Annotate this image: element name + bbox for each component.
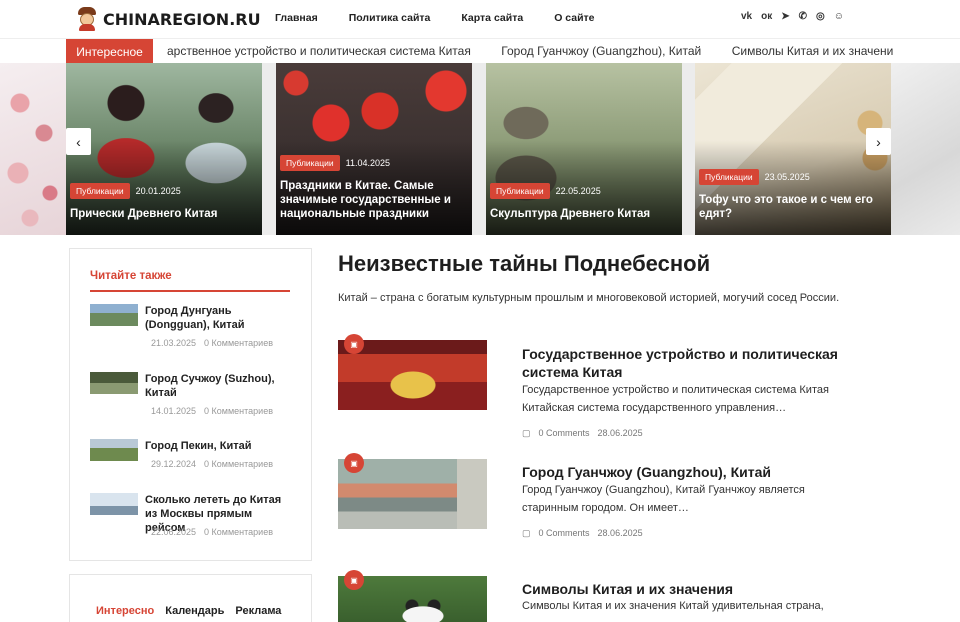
category-badge[interactable]: Публикации [490, 183, 550, 199]
tab-calendar[interactable]: Календарь [165, 605, 224, 617]
slide-partial-image [0, 63, 66, 235]
list-item-comments[interactable]: 0 Комментариев [204, 338, 273, 348]
post-thumbnail[interactable] [90, 493, 138, 515]
nav-policy[interactable]: Политика сайта [349, 12, 431, 24]
featured-slider: Публикации 20.01.2025 Прически Древнего … [0, 63, 960, 235]
site-logo[interactable]: CHINAREGION.RU [77, 6, 261, 32]
ticker-item[interactable]: Город Гуанчжоу (Guangzhou), Китай [501, 39, 701, 64]
post-title[interactable]: Город Гуанчжоу (Guangzhou), Китай [522, 463, 852, 481]
category-icon[interactable]: ▣ [344, 453, 364, 473]
slide-title[interactable]: Прически Древнего Китая [70, 207, 256, 221]
category-icon[interactable]: ▣ [344, 570, 364, 590]
mascot-logo-icon [77, 7, 97, 31]
post-comments[interactable]: 0 Comments [539, 528, 590, 538]
comment-icon: ▢ [522, 428, 531, 438]
list-item-comments[interactable]: 0 Комментариев [204, 527, 273, 537]
slide-title[interactable]: Тофу что это такое и с чем его едят? [699, 193, 885, 221]
page-intro: Китай – страна с богатым культурным прош… [338, 292, 840, 304]
widget-tabs: Интересно Календарь Реклама [96, 605, 281, 617]
post-title[interactable]: Государственное устройство и политическа… [522, 345, 852, 381]
category-badge[interactable]: Публикации [280, 155, 340, 171]
slider-prev-button[interactable]: ‹ [66, 128, 91, 155]
list-item-date: 29.12.2024 [151, 459, 197, 469]
whatsapp-icon[interactable]: ◎ [816, 11, 825, 23]
slide-partial-image [890, 63, 960, 235]
telegram-icon[interactable]: ➤ [781, 11, 789, 23]
list-item-title[interactable]: Город Дунгуань (Dongguan), Китай [145, 304, 295, 332]
list-item-title[interactable]: Город Сучжоу (Suzhou), Китай [145, 372, 295, 400]
post-title[interactable]: Символы Китая и их значения [522, 580, 852, 598]
comment-icon: ▢ [522, 528, 531, 538]
nav-about[interactable]: О сайте [554, 12, 594, 24]
slide-date: 22.05.2025 [555, 186, 601, 196]
main-nav: Главная Политика сайта Карта сайта О сай… [275, 12, 595, 24]
post-thumbnail[interactable] [90, 304, 138, 326]
page-title: Неизвестные тайны Поднебесной [338, 251, 711, 276]
widget-divider [90, 290, 290, 292]
max-icon[interactable]: ☺ [834, 11, 844, 23]
post-thumbnail[interactable] [90, 372, 138, 394]
slide-date: 11.04.2025 [345, 158, 391, 168]
post-excerpt: Государственное устройство и политическа… [522, 384, 829, 414]
slide-title[interactable]: Скульптура Древнего Китая [490, 207, 676, 221]
vk-icon[interactable]: vk [741, 11, 752, 23]
list-item-date: 22.06.2025 [151, 527, 197, 537]
slide-date: 20.01.2025 [135, 186, 181, 196]
post-thumbnail[interactable] [90, 439, 138, 461]
tabs-widget: Интересно Календарь Реклама [69, 574, 312, 622]
tab-interesting[interactable]: Интересно [96, 605, 154, 617]
nav-sitemap[interactable]: Карта сайта [461, 12, 523, 24]
list-item-comments[interactable]: 0 Комментариев [204, 406, 273, 416]
ticker-item[interactable]: Государственное устройство и политическа… [167, 39, 471, 64]
nav-home[interactable]: Главная [275, 12, 318, 24]
phone-icon[interactable]: ✆ [799, 11, 807, 23]
post-date: 28.06.2025 [597, 528, 643, 538]
ticker-item[interactable]: Символы Китая и их значения [732, 39, 893, 64]
slide-card[interactable]: Публикации 23.05.2025 Тофу что это такое… [695, 63, 891, 235]
slide-card[interactable]: Публикации 11.04.2025 Праздники в Китае.… [276, 63, 472, 235]
social-links: vk ок ➤ ✆ ◎ ☺ [741, 11, 844, 23]
list-item-date: 14.01.2025 [151, 406, 197, 416]
category-badge[interactable]: Публикации [699, 169, 759, 185]
tab-ads[interactable]: Реклама [235, 605, 281, 617]
news-ticker: Интересное Государственное устройство и … [0, 38, 960, 64]
category-badge[interactable]: Публикации [70, 183, 130, 199]
slide-card[interactable]: Публикации 20.01.2025 Прически Древнего … [66, 63, 262, 235]
slide-date: 23.05.2025 [764, 172, 810, 182]
site-header: CHINAREGION.RU Главная Политика сайта Ка… [0, 0, 960, 38]
list-item-comments[interactable]: 0 Комментариев [204, 459, 273, 469]
ticker-label: Интересное [66, 39, 153, 64]
widget-title: Читайте также [90, 270, 172, 282]
post-excerpt: Символы Китая и их значения Китай удивит… [522, 600, 824, 612]
logo-text: CHINAREGION.RU [103, 9, 261, 29]
slide-card[interactable]: Публикации 22.05.2025 Скульптура Древнег… [486, 63, 682, 235]
list-item-title[interactable]: Город Пекин, Китай [145, 439, 295, 453]
slide-title[interactable]: Праздники в Китае. Самые значимые госуда… [280, 179, 466, 221]
slider-next-button[interactable]: › [866, 128, 891, 155]
ok-icon[interactable]: ок [761, 11, 772, 23]
list-item-date: 21.03.2025 [151, 338, 197, 348]
category-icon[interactable]: ▣ [344, 334, 364, 354]
related-widget: Читайте также Город Дунгуань (Dongguan),… [69, 248, 312, 561]
post-excerpt: Город Гуанчжоу (Guangzhou), Китай Гуанчж… [522, 484, 805, 514]
ticker-track: Государственное устройство и политическа… [167, 39, 893, 64]
post-comments[interactable]: 0 Comments [539, 428, 590, 438]
post-date: 28.06.2025 [597, 428, 643, 438]
